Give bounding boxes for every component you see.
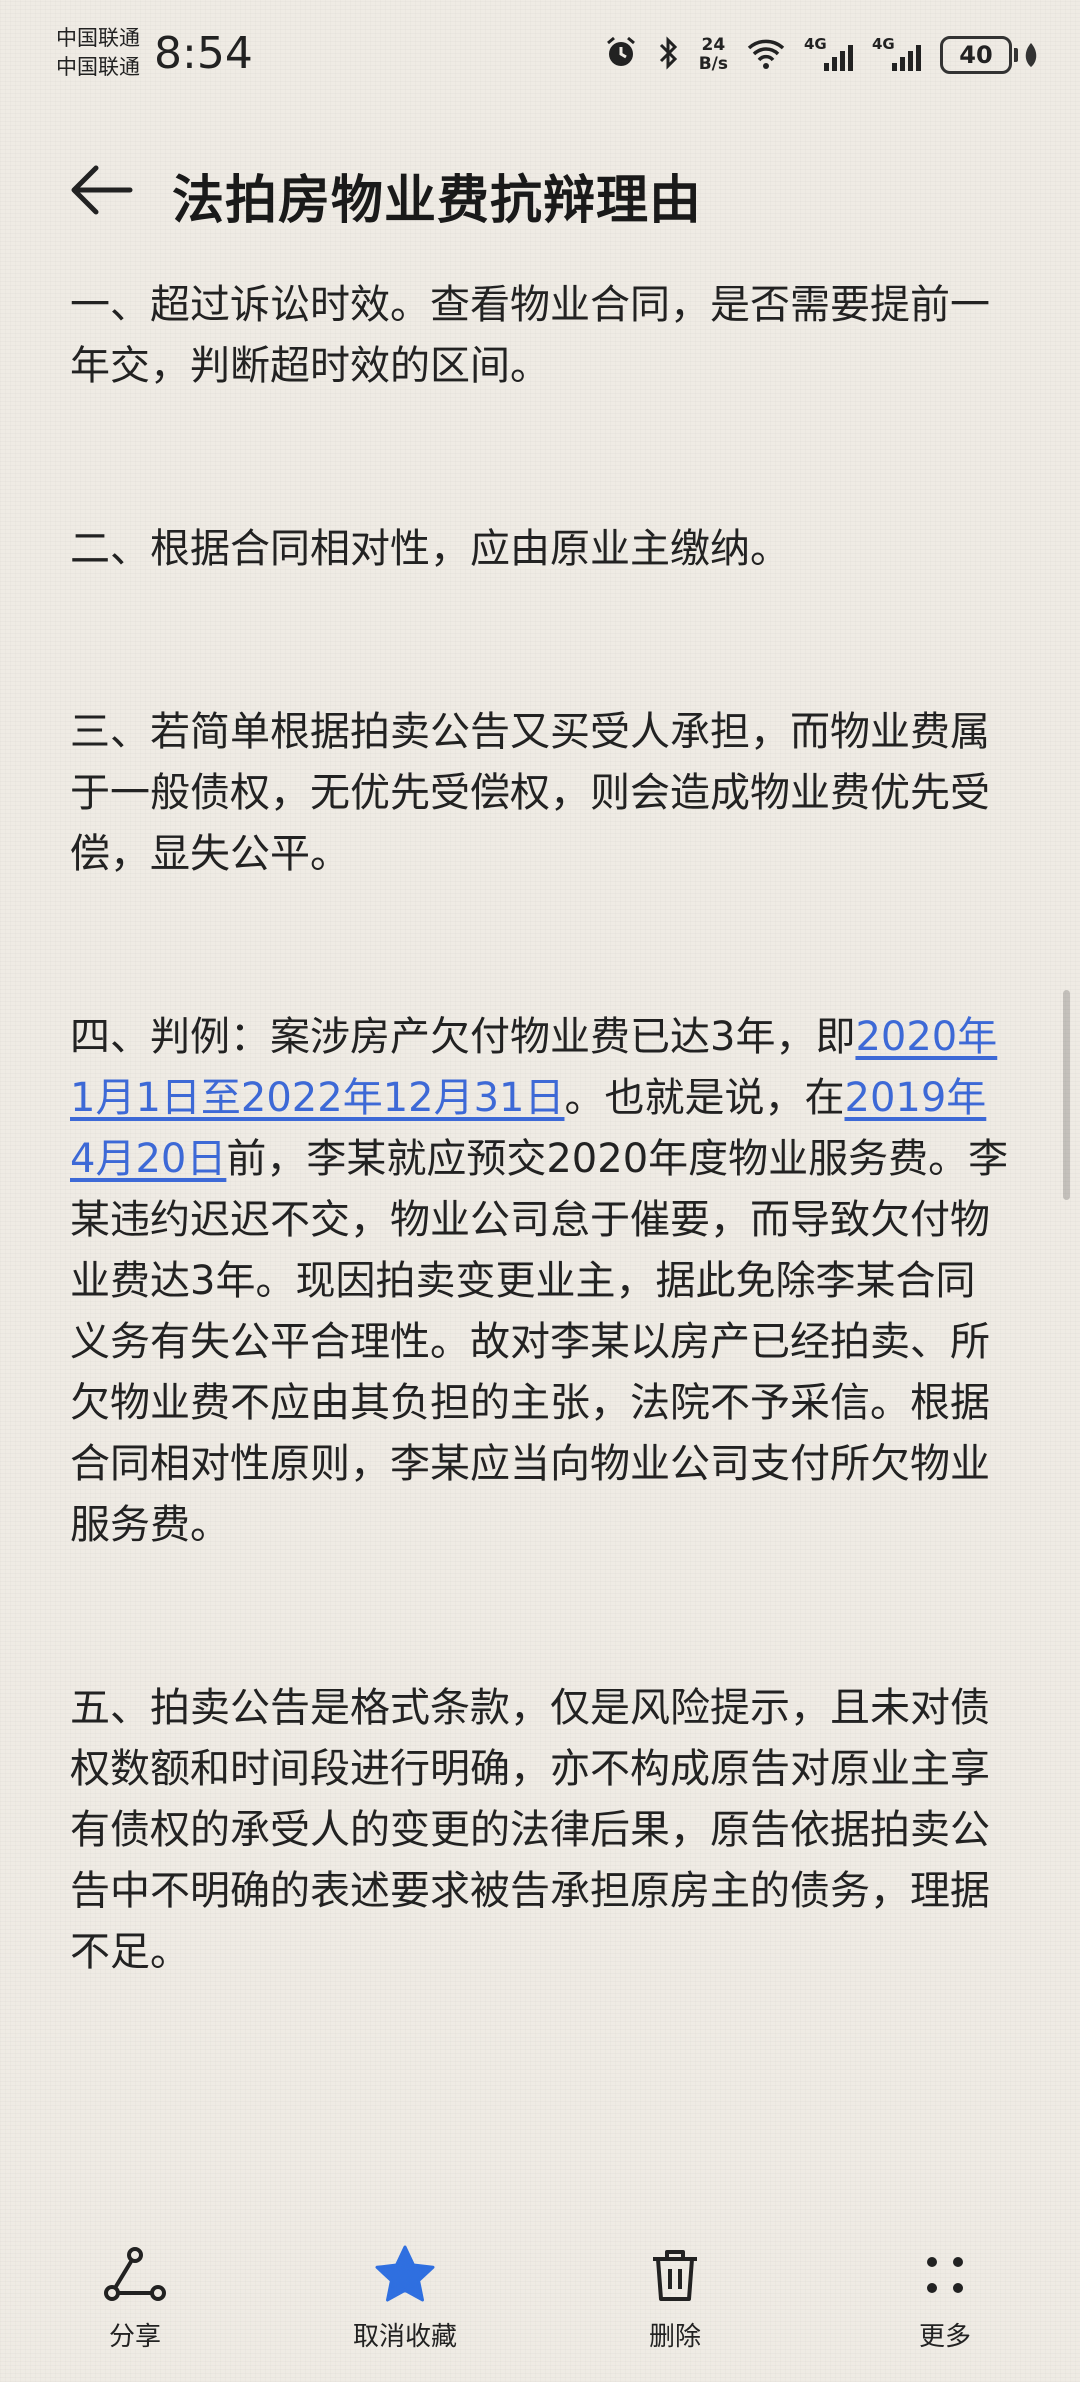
unfavorite-label: 取消收藏 — [352, 2322, 457, 2352]
scrollbar-thumb[interactable] — [1063, 990, 1070, 1200]
note-content: 一、超过诉讼时效。查看物业合同，是否需要提前一年交，判断超时效的区间。 二、根据… — [70, 275, 1010, 1983]
paragraph-4-text-3: 前，李某就应预交2020年度物业服务费。李某违约迟迟不交，物业公司怠于催要，而导… — [70, 1136, 1009, 1548]
wifi-icon — [746, 36, 786, 74]
paragraph-5: 五、拍卖公告是格式条款，仅是风险提示，且未对债权数额和时间段进行明确，亦不构成原… — [70, 1685, 990, 1975]
unfavorite-button[interactable]: 取消收藏 — [270, 2240, 540, 2382]
battery-icon: 40 — [940, 36, 1040, 74]
net-speed: 24 B/s — [698, 35, 728, 74]
alarm-icon — [603, 35, 639, 75]
arrow-left-icon — [71, 165, 133, 215]
paragraph-1: 一、超过诉讼时效。查看物业合同，是否需要提前一年交，判断超时效的区间。 — [70, 282, 990, 389]
carrier-2: 中国联通 — [56, 55, 140, 79]
page-header: 法拍房物业费抗辩理由 — [0, 140, 1080, 240]
paragraph-4-text-2: 。也就是说，在 — [564, 1075, 845, 1121]
status-bar: 中国联通 中国联通 8:54 24 B/s 4G 4G 40 — [0, 0, 1080, 110]
delete-button[interactable]: 删除 — [540, 2240, 810, 2382]
bluetooth-icon — [657, 35, 681, 75]
carrier-info: 中国联通 中国联通 — [56, 24, 140, 82]
share-icon — [100, 2240, 170, 2310]
carrier-1: 中国联通 — [56, 26, 140, 50]
more-label: 更多 — [918, 2322, 971, 2352]
share-button[interactable]: 分享 — [0, 2240, 270, 2382]
share-label: 分享 — [108, 2322, 161, 2352]
more-icon — [915, 2240, 975, 2310]
back-button[interactable] — [66, 160, 136, 220]
trash-icon — [645, 2240, 705, 2310]
signal-1-icon: 4G — [804, 35, 854, 75]
paragraph-2: 二、根据合同相对性，应由原业主缴纳。 — [70, 526, 790, 572]
clock: 8:54 — [154, 28, 253, 79]
paragraph-3: 三、若简单根据拍卖公告又买受人承担，而物业费属于一般债权，无优先受偿权，则会造成… — [70, 709, 990, 877]
star-icon — [372, 2240, 438, 2310]
paragraph-4-text-1: 四、判例：案涉房产欠付物业费已达3年，即 — [70, 1014, 856, 1060]
more-button[interactable]: 更多 — [810, 2240, 1080, 2382]
paragraph-4: 四、判例：案涉房产欠付物业费已达3年，即2020年1月1日至2022年12月31… — [70, 1007, 1010, 1556]
bottom-toolbar: 分享 取消收藏 删除 更多 — [0, 2240, 1080, 2382]
delete-label: 删除 — [648, 2322, 701, 2352]
status-icons: 24 B/s 4G 4G 40 — [603, 30, 1040, 80]
signal-2-icon: 4G — [872, 35, 922, 75]
page-title: 法拍房物业费抗辩理由 — [172, 171, 703, 231]
